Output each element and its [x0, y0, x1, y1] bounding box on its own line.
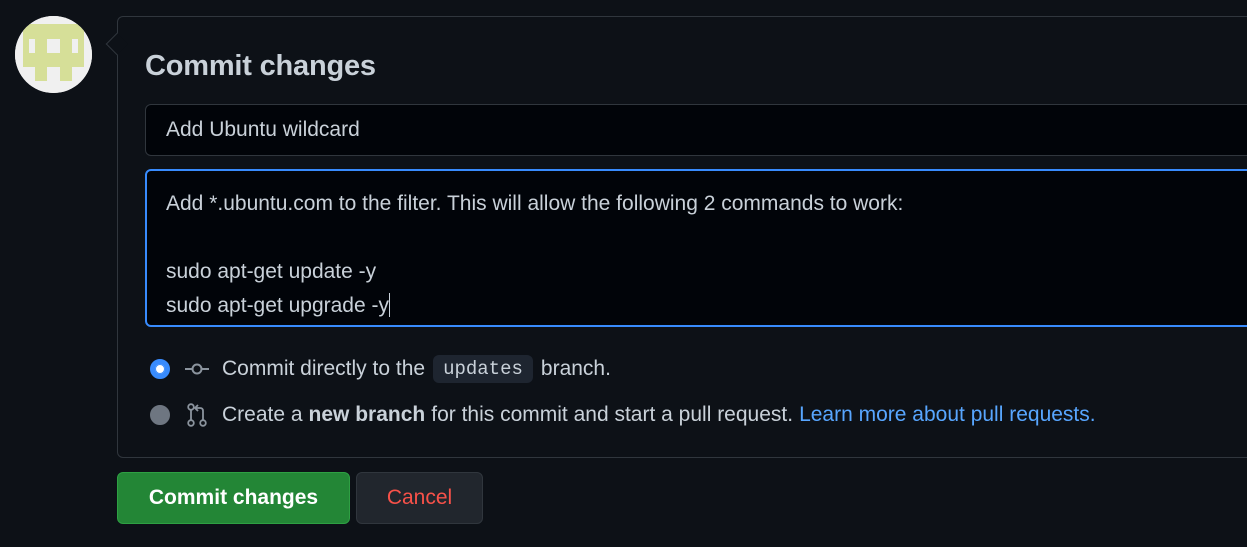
avatar[interactable] [15, 16, 92, 93]
text-caret [388, 293, 390, 317]
description-text: Add *.ubuntu.com to the filter. This wil… [166, 192, 904, 317]
option-direct-suffix: branch. [540, 357, 611, 380]
identicon-icon [15, 16, 92, 93]
commit-changes-button[interactable]: Commit changes [117, 472, 350, 524]
commit-description-textarea[interactable]: Add *.ubuntu.com to the filter. This wil… [145, 169, 1247, 327]
branch-name-chip: updates [433, 355, 533, 383]
learn-more-link[interactable]: Learn more about pull requests. [799, 403, 1096, 427]
option-new-prefix: Create a [222, 403, 303, 426]
option-new-suffix: for this commit and start a pull request… [431, 403, 794, 426]
option-new-branch[interactable]: Create a new branch for this commit and … [150, 402, 1096, 428]
git-commit-icon [184, 356, 210, 382]
git-pull-request-icon [184, 402, 210, 428]
commit-form: Commit changes Add *.ubuntu.com to the f… [0, 0, 1247, 547]
radio-new-branch[interactable] [150, 405, 170, 425]
option-commit-direct[interactable]: Commit directly to the updates branch. [150, 355, 611, 383]
cancel-button[interactable]: Cancel [356, 472, 483, 524]
option-new-bold: new branch [308, 403, 426, 426]
panel-title: Commit changes [145, 50, 376, 82]
commit-summary-input[interactable] [145, 104, 1247, 156]
option-direct-prefix: Commit directly to the [222, 357, 426, 380]
radio-commit-direct[interactable] [150, 359, 170, 379]
